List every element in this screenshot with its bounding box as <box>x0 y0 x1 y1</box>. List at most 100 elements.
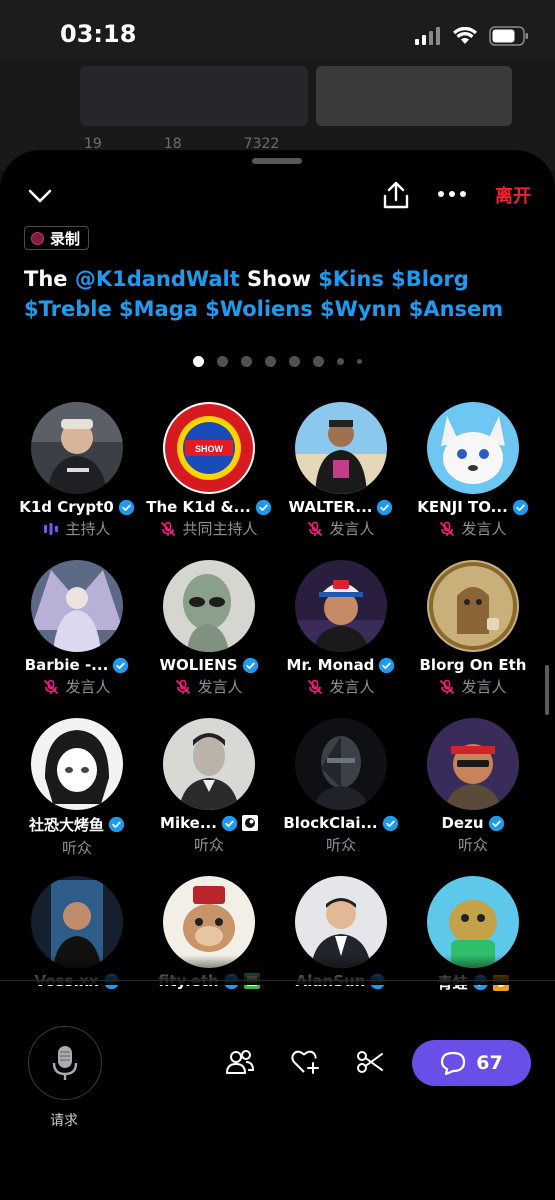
verified-badge-icon <box>382 815 398 831</box>
scissors-icon <box>357 1051 383 1073</box>
background-card <box>80 66 308 126</box>
participant-role: 主持人 <box>65 520 111 538</box>
request-mic-button[interactable] <box>28 1026 102 1100</box>
react-button[interactable] <box>286 1042 326 1082</box>
avatar <box>31 402 123 494</box>
leave-button[interactable]: 离开 <box>495 182 531 208</box>
participant-role: 听众 <box>457 836 488 854</box>
page-dot[interactable] <box>289 356 300 367</box>
title-mention[interactable]: @K1dandWalt <box>75 267 240 291</box>
verified-badge-icon <box>118 499 134 515</box>
page-indicator[interactable] <box>0 356 555 367</box>
participant-tile[interactable]: K1d Crypt0 主持人 <box>11 402 143 539</box>
participant-tile[interactable]: WOLIENS 发言人 <box>143 560 275 697</box>
title-part: The <box>24 267 75 291</box>
participant-tile[interactable]: SHOW The K1d &... 共同主持人 <box>143 402 275 539</box>
avatar-image <box>31 560 123 652</box>
participant-role: 听众 <box>61 839 92 857</box>
participant-role: 发言人 <box>461 678 507 696</box>
participant-name: Mr. Monad <box>286 656 375 674</box>
chat-bubble-icon <box>441 1051 466 1075</box>
avatar <box>427 718 519 810</box>
microphone-icon <box>52 1046 78 1080</box>
avatar-image <box>295 560 387 652</box>
avatar <box>163 560 255 652</box>
mic-muted-icon <box>440 521 455 536</box>
participants-button[interactable] <box>220 1042 260 1082</box>
participant-tile[interactable]: Dezu 听众 <box>407 718 539 855</box>
participant-tile[interactable]: 社恐大烤鱼 听众 <box>11 718 143 858</box>
participant-name: Dezu <box>441 814 484 832</box>
avatar: SHOW <box>163 402 255 494</box>
verified-badge-icon <box>379 657 395 673</box>
collapse-button[interactable] <box>26 182 54 210</box>
wifi-icon <box>453 27 477 44</box>
mic-muted-icon <box>308 679 323 694</box>
participant-tile[interactable]: Mike... 听众 <box>143 718 275 855</box>
avatar-image <box>427 402 519 494</box>
verified-badge-icon <box>113 657 129 673</box>
share-button[interactable] <box>380 178 412 212</box>
participant-role: 发言人 <box>461 520 507 538</box>
participant-role: 发言人 <box>329 678 375 696</box>
participant-name: WOLIENS <box>159 656 238 674</box>
page-dot[interactable] <box>265 356 276 367</box>
svg-text:SHOW: SHOW <box>195 444 224 454</box>
participant-name: The K1d &... <box>146 498 251 516</box>
participant-name: KENJI TO... <box>417 498 508 516</box>
page-dot[interactable] <box>313 356 324 367</box>
participant-role: 发言人 <box>65 678 111 696</box>
participant-tile[interactable]: KENJI TO... 发言人 <box>407 402 539 539</box>
participant-name: Blorg On Eth <box>419 656 527 674</box>
page-dot[interactable] <box>241 356 252 367</box>
participant-name: K1d Crypt0 <box>19 498 114 516</box>
drag-handle[interactable] <box>252 158 302 164</box>
title-part: Show <box>239 267 319 291</box>
avatar-image <box>427 560 519 652</box>
scrollbar[interactable] <box>545 665 549 715</box>
people-icon <box>226 1050 255 1074</box>
clip-button[interactable] <box>350 1042 390 1082</box>
participant-tile[interactable]: Mr. Monad 发言人 <box>275 560 407 697</box>
mic-muted-icon <box>161 521 176 536</box>
participant-name: BlockClai... <box>283 814 378 832</box>
participant-tile[interactable]: Barbie -... 发言人 <box>11 560 143 697</box>
avatar <box>295 718 387 810</box>
avatar-image <box>295 402 387 494</box>
participant-role: 发言人 <box>329 520 375 538</box>
page-dot[interactable] <box>357 359 362 364</box>
avatar-image <box>31 402 123 494</box>
avatar-image <box>427 718 519 810</box>
participant-role: 听众 <box>193 836 224 854</box>
participant-name: Mike... <box>160 814 217 832</box>
mic-muted-icon <box>308 521 323 536</box>
comments-button[interactable]: 67 <box>412 1040 531 1086</box>
status-icons <box>415 26 529 46</box>
space-title: The @K1dandWalt Show $Kins $Blorg $Trebl… <box>24 264 534 324</box>
participant-tile[interactable]: Blorg On Eth 发言人 <box>407 560 539 697</box>
more-button[interactable] <box>436 182 468 206</box>
participant-tile[interactable]: WALTER... 发言人 <box>275 402 407 539</box>
mic-muted-icon <box>176 679 191 694</box>
chevron-down-icon <box>28 189 52 203</box>
mic-muted-icon <box>44 679 59 694</box>
participant-role: 共同主持人 <box>182 520 258 538</box>
page-dot[interactable] <box>193 356 204 367</box>
avatar <box>427 560 519 652</box>
avatar <box>163 718 255 810</box>
heart-plus-icon <box>291 1050 319 1074</box>
avatar <box>295 560 387 652</box>
status-time: 03:18 <box>60 20 137 48</box>
verified-badge-icon <box>512 499 528 515</box>
page-dot[interactable] <box>337 358 344 365</box>
verified-badge-icon <box>488 815 504 831</box>
participant-tile[interactable]: BlockClai... 听众 <box>275 718 407 855</box>
bottom-divider <box>0 980 555 981</box>
spaces-sheet: 离开 录制 The @K1dandWalt Show $Kins $Blorg … <box>0 150 555 1200</box>
verified-badge-icon <box>242 657 258 673</box>
participant-name: WALTER... <box>288 498 373 516</box>
avatar <box>295 402 387 494</box>
battery-icon <box>489 26 528 46</box>
participant-role: 发言人 <box>197 678 243 696</box>
page-dot[interactable] <box>217 356 228 367</box>
